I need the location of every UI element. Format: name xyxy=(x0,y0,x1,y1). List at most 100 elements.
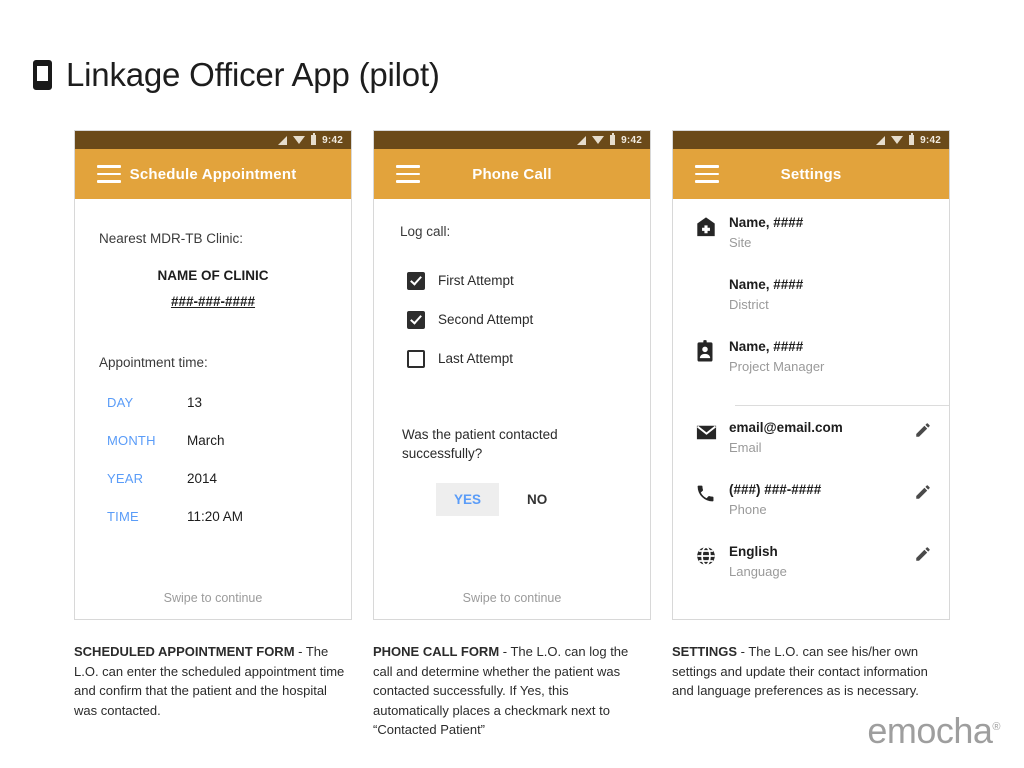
checkbox-second-attempt[interactable] xyxy=(407,310,425,329)
column-settings: 9:42 Settings Name, #### Site Name, ####… xyxy=(672,130,950,740)
caption-schedule-title: SCHEDULED APPOINTMENT FORM xyxy=(74,644,295,659)
field-time-value: 11:20 AM xyxy=(187,509,244,524)
checkbox-first-attempt[interactable] xyxy=(407,271,425,290)
checkbox-row-last-attempt[interactable]: Last Attempt xyxy=(407,339,533,378)
settings-site-value: Name, #### xyxy=(729,215,804,230)
mail-icon xyxy=(695,415,729,444)
emocha-logo: emocha® xyxy=(867,710,1000,752)
settings-email-value: email@email.com xyxy=(729,420,843,435)
clinic-name: NAME OF CLINIC xyxy=(157,268,269,283)
settings-project-manager-edit-placeholder xyxy=(911,334,935,340)
edit-phone-button[interactable] xyxy=(911,477,935,501)
settings-phone-value: (###) ###-#### xyxy=(729,482,822,497)
hospital-icon xyxy=(695,210,729,238)
field-year-label: YEAR xyxy=(107,471,144,486)
field-year-value: 2014 xyxy=(187,471,218,486)
caption-settings-title: SETTINGS xyxy=(672,644,738,659)
settings-list: Name, #### Site Name, #### District Name… xyxy=(673,210,949,601)
settings-district-edit-placeholder xyxy=(911,272,935,278)
app-bar: Phone Call xyxy=(374,149,650,199)
settings-row-phone-text: (###) ###-#### Phone xyxy=(729,477,911,519)
field-month-value: March xyxy=(187,433,225,448)
battery-icon xyxy=(610,133,616,145)
hamburger-icon[interactable] xyxy=(396,165,420,183)
settings-row-phone[interactable]: (###) ###-#### Phone xyxy=(673,477,949,539)
field-month-label: MONTH xyxy=(107,433,156,448)
clinic-phone[interactable]: ###-###-#### xyxy=(75,294,351,309)
signal-icon xyxy=(278,135,288,145)
checkbox-first-attempt-label: First Attempt xyxy=(438,273,514,288)
screen-schedule-body: Nearest MDR-TB Clinic: NAME OF CLINIC ##… xyxy=(75,199,351,619)
column-phone-call: 9:42 Phone Call Log call: First Attempt … xyxy=(373,130,651,740)
id-badge-icon xyxy=(695,334,729,362)
answer-yes-button[interactable]: YES xyxy=(436,483,500,516)
status-bar: 9:42 xyxy=(75,131,351,149)
status-time: 9:42 xyxy=(920,134,941,146)
phone-icon xyxy=(695,477,729,504)
settings-language-value: English xyxy=(729,544,778,559)
settings-row-district[interactable]: Name, #### District xyxy=(673,272,949,334)
checkbox-last-attempt[interactable] xyxy=(407,349,425,368)
screen-phone-call-body: Log call: First Attempt Second Attempt L… xyxy=(374,199,650,619)
page-header: Linkage Officer App (pilot) xyxy=(33,56,440,94)
settings-row-project-manager[interactable]: Name, #### Project Manager xyxy=(673,334,949,396)
settings-project-manager-label: Project Manager xyxy=(729,359,825,374)
column-schedule-appointment: 9:42 Schedule Appointment Nearest MDR-TB… xyxy=(74,130,352,740)
checkbox-second-attempt-label: Second Attempt xyxy=(438,312,534,327)
settings-row-site-text: Name, #### Site xyxy=(729,210,911,252)
battery-icon xyxy=(311,133,317,145)
settings-row-email[interactable]: email@email.com Email xyxy=(673,415,949,477)
app-bar: Settings xyxy=(673,149,949,199)
caption-schedule: SCHEDULED APPOINTMENT FORM - The L.O. ca… xyxy=(74,642,346,720)
field-year[interactable]: YEAR 2014 xyxy=(107,471,331,509)
wifi-icon xyxy=(891,136,904,144)
phone-mockup-settings: 9:42 Settings Name, #### Site Name, ####… xyxy=(672,130,950,620)
answer-no-button[interactable]: NO xyxy=(515,483,559,516)
caption-phone-call-title: PHONE CALL FORM xyxy=(373,644,500,659)
checkbox-row-second-attempt[interactable]: Second Attempt xyxy=(407,300,533,339)
field-day-label: DAY xyxy=(107,395,134,410)
wifi-icon xyxy=(592,136,605,144)
settings-row-email-text: email@email.com Email xyxy=(729,415,911,457)
appointment-time-label: Appointment time: xyxy=(99,355,208,370)
signal-icon xyxy=(876,135,886,145)
battery-icon xyxy=(909,133,915,145)
edit-language-button[interactable] xyxy=(911,539,935,563)
screen-settings-body: Name, #### Site Name, #### District Name… xyxy=(673,199,949,619)
field-time[interactable]: TIME 11:20 AM xyxy=(107,509,331,547)
checkbox-last-attempt-label: Last Attempt xyxy=(438,351,514,366)
status-bar: 9:42 xyxy=(673,131,949,149)
swipe-hint: Swipe to continue xyxy=(462,591,562,605)
smartphone-icon xyxy=(33,60,52,90)
phone-mockup-schedule: 9:42 Schedule Appointment Nearest MDR-TB… xyxy=(74,130,352,620)
no-icon xyxy=(695,272,729,278)
clinic-label: Nearest MDR-TB Clinic: xyxy=(99,231,244,246)
field-month[interactable]: MONTH March xyxy=(107,433,331,471)
globe-icon xyxy=(695,539,729,567)
settings-divider xyxy=(735,405,949,406)
field-day-value: 13 xyxy=(187,395,203,410)
log-call-label: Log call: xyxy=(400,224,451,239)
field-time-label: TIME xyxy=(107,509,139,524)
settings-site-edit-placeholder xyxy=(911,210,935,216)
hamburger-icon[interactable] xyxy=(97,165,121,183)
status-bar: 9:42 xyxy=(374,131,650,149)
checkbox-row-first-attempt[interactable]: First Attempt xyxy=(407,261,533,300)
settings-row-project-manager-text: Name, #### Project Manager xyxy=(729,334,911,376)
status-time: 9:42 xyxy=(621,134,642,146)
app-bar: Schedule Appointment xyxy=(75,149,351,199)
registered-mark: ® xyxy=(992,721,1000,733)
hamburger-icon[interactable] xyxy=(695,165,719,183)
settings-row-language-text: English Language xyxy=(729,539,911,581)
wifi-icon xyxy=(293,136,306,144)
field-day[interactable]: DAY 13 xyxy=(107,395,331,433)
page-title: Linkage Officer App (pilot) xyxy=(66,56,440,93)
swipe-hint: Swipe to continue xyxy=(163,591,263,605)
settings-row-site[interactable]: Name, #### Site xyxy=(673,210,949,272)
phone-mockup-phone-call: 9:42 Phone Call Log call: First Attempt … xyxy=(373,130,651,620)
edit-email-button[interactable] xyxy=(911,415,935,439)
contacted-question: Was the patient contacted successfully? xyxy=(402,427,558,461)
settings-phone-label: Phone xyxy=(729,502,767,517)
emocha-logo-text: emocha xyxy=(867,710,993,751)
settings-row-language[interactable]: English Language xyxy=(673,539,949,601)
